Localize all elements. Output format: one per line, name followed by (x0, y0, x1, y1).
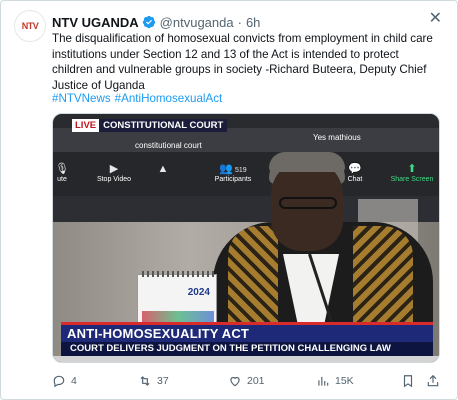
robe-trim-left (228, 226, 278, 336)
share-screen-control: ⬆ Share Screen (387, 162, 437, 183)
reply-count: 4 (71, 375, 77, 387)
headline-text: ANTI-HOMOSEXUALITY ACT (67, 326, 250, 341)
tweet-actions: 4 37 201 15K (52, 372, 442, 390)
hashtag-link[interactable]: #AntiHomosexualAct (115, 92, 223, 105)
close-icon[interactable]: ✕ (429, 11, 442, 27)
heart-icon (230, 376, 240, 387)
avatar-logo-text: NTV (21, 21, 39, 31)
video-label: Stop Video (96, 176, 132, 183)
mic-icon: 🎙 (55, 163, 69, 175)
like-button[interactable]: 201 (228, 372, 265, 390)
retweet-count: 37 (157, 375, 169, 387)
subheadline-banner: COURT DELIVERS JUDGMENT ON THE PETITION … (61, 342, 433, 356)
security-icon: ▲ (157, 163, 169, 175)
tweet-text-line: The disqualification of homosexual convi… (52, 32, 433, 45)
participant-name: constitutional court (135, 141, 202, 150)
views-button[interactable]: 15K (316, 372, 354, 390)
tweet-text-line: institutions under Section 12 and 13 of … (52, 47, 399, 61)
retweet-icon (140, 376, 150, 386)
reply-button[interactable]: 4 (52, 372, 77, 390)
share-icon (427, 374, 439, 387)
tweet-header: NTV UGANDA @ntvuganda · 6h (52, 13, 428, 31)
avatar[interactable]: NTV (14, 10, 46, 42)
reply-icon (53, 375, 65, 388)
mute-control: 🎙 ute (53, 162, 73, 183)
video-control: ▶ Stop Video (89, 162, 139, 183)
timestamp[interactable]: 6h (246, 15, 260, 30)
share-screen-label: Share Screen (390, 176, 434, 183)
calendar-rings (142, 271, 214, 277)
verified-badge-icon (142, 15, 155, 29)
analytics-icon (318, 376, 329, 386)
retweet-button[interactable]: 37 (138, 372, 169, 390)
participants-control: 👥 519 Participants (209, 162, 257, 183)
hashtag-link[interactable]: #NTVNews (52, 92, 111, 105)
channel-label: CONSTITUTIONAL COURT (99, 119, 228, 132)
tweet-text-line: children and vulnerable groups in societ… (52, 63, 427, 77)
like-count: 201 (247, 375, 265, 387)
participant-name-secondary: Yes mathious (313, 133, 361, 142)
share-button[interactable] (426, 372, 445, 390)
live-label: LIVE (72, 119, 100, 132)
view-count: 15K (335, 375, 354, 387)
bookmark-button[interactable] (401, 372, 420, 390)
mute-label: ute (57, 176, 67, 183)
participants-label: Participants (214, 176, 252, 183)
calendar-year: 2024 (187, 287, 210, 298)
separator: · (237, 14, 242, 30)
chat-label: Chat (347, 176, 363, 183)
account-name[interactable]: NTV UGANDA (52, 15, 139, 30)
hashtags: #NTVNews #AntiHomosexualAct (52, 92, 226, 105)
tweet-media[interactable]: constitutional court Yes mathious 🎙 ute … (52, 113, 440, 363)
share-screen-icon: ⬆ (407, 163, 417, 175)
ticker-strip (53, 356, 439, 362)
subheadline-text: COURT DELIVERS JUDGMENT ON THE PETITION … (70, 343, 391, 354)
account-handle[interactable]: @ntvuganda (160, 15, 234, 30)
live-badge: LIVE CONSTITUTIONAL COURT (72, 119, 228, 132)
participants-icon: 👥 519 (219, 163, 247, 175)
judge-wig-top (269, 152, 345, 172)
headline-banner: ANTI-HOMOSEXUALITY ACT (61, 325, 433, 342)
robe-trim-right (353, 226, 413, 336)
video-icon: ▶ (109, 163, 119, 175)
chat-icon: 💬 (348, 163, 362, 175)
participants-count: 519 (235, 167, 247, 174)
security-control: ▲ (153, 162, 173, 176)
chat-control: 💬 Chat (343, 162, 367, 183)
bookmark-icon (403, 375, 413, 388)
glasses-icon (279, 197, 337, 209)
tweet-text: The disqualification of homosexual convi… (52, 31, 444, 93)
